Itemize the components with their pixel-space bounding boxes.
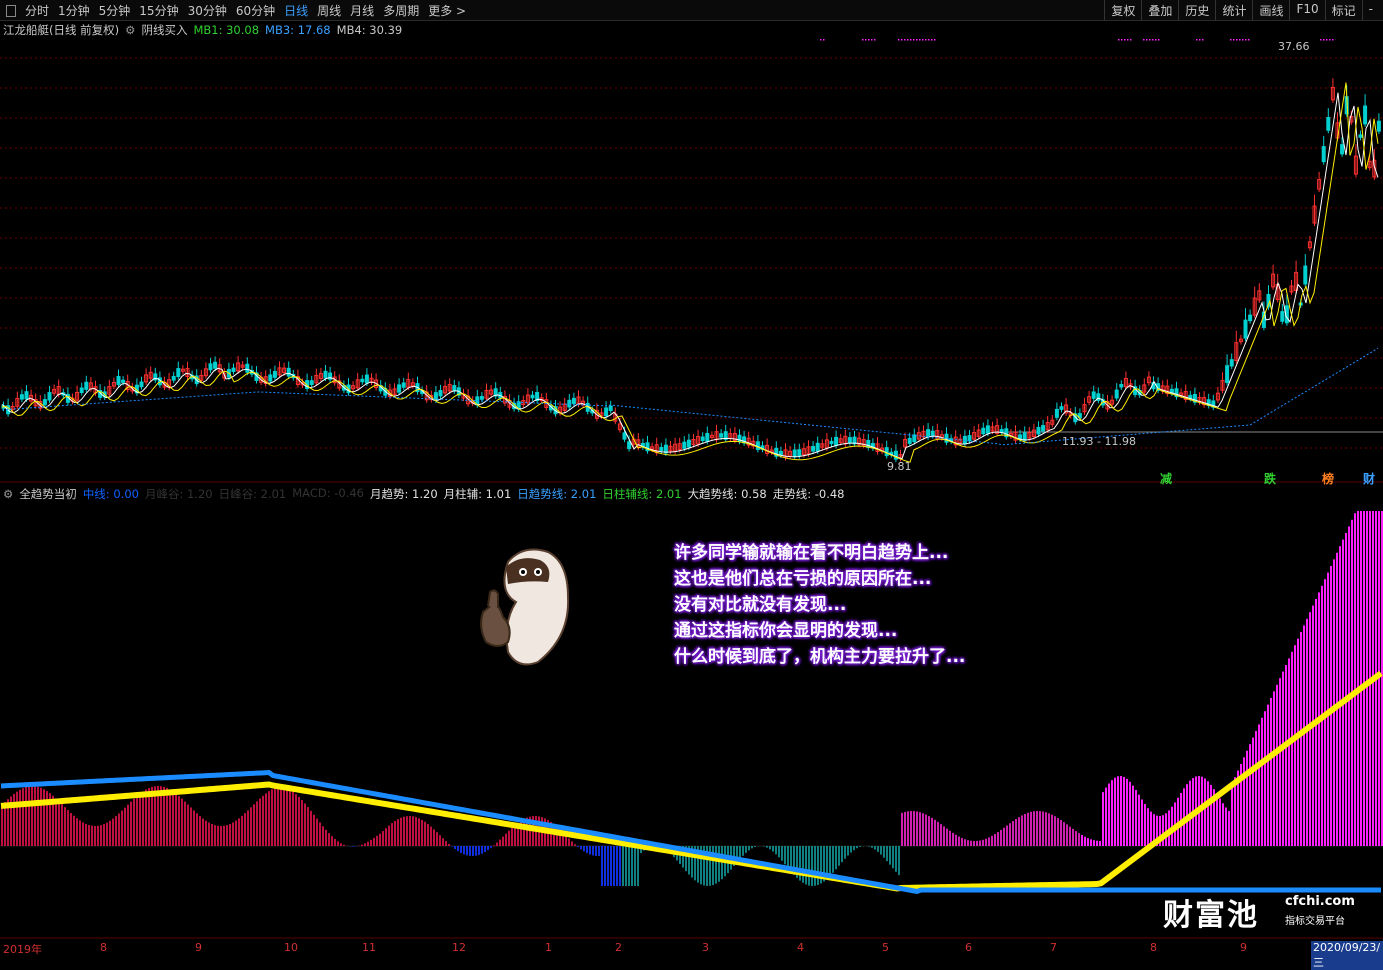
- date-axis-label: 7: [1050, 941, 1057, 954]
- promo-line: 没有对比就没有发现...: [674, 592, 965, 618]
- date-axis-label: 1: [545, 941, 552, 954]
- promo-line: 什么时候到底了，机构主力要拉升了...: [674, 644, 965, 670]
- sub-indicator-value: 月峰谷: 1.20: [145, 486, 213, 502]
- flag-bang[interactable]: 榜: [1322, 470, 1334, 487]
- sub-indicator-value: 日峰谷: 2.01: [219, 486, 287, 502]
- date-axis-label: 11: [362, 941, 376, 954]
- date-axis-label: 2: [615, 941, 622, 954]
- sub-indicator-header: ⚙ 全趋势当初 中线: 0.00 月峰谷: 1.20 日峰谷: 2.01 MACD: …: [3, 486, 845, 502]
- ferret-mascot-icon: [468, 542, 578, 672]
- high-price-label: 37.66: [1278, 40, 1310, 53]
- sub-indicator-value: 日柱辅线: 2.01: [602, 486, 681, 502]
- date-axis-label: 9: [195, 941, 202, 954]
- sub-indicator-value: MACD: -0.46: [292, 486, 364, 502]
- promo-line: 通过这指标你会显明的发现...: [674, 618, 965, 644]
- date-axis-label: 12: [452, 941, 466, 954]
- promo-line: 这也是他们总在亏损的原因所在...: [674, 566, 965, 592]
- low-price-label: 9.81: [887, 460, 912, 473]
- logo-site: cfchi.com: [1285, 894, 1355, 909]
- sub-indicator-value: 中线: 0.00: [83, 486, 139, 502]
- date-axis-label: 9: [1240, 941, 1247, 954]
- date-axis-label: 5: [882, 941, 889, 954]
- flag-cai[interactable]: 财: [1363, 470, 1375, 487]
- sub-indicator-title[interactable]: 全趋势当初: [19, 486, 77, 502]
- gear-icon[interactable]: ⚙: [3, 487, 13, 501]
- promo-text: 许多同学输就输在看不明白趋势上... 这也是他们总在亏损的原因所在... 没有对…: [674, 540, 965, 670]
- kline-chart[interactable]: [0, 0, 1383, 956]
- date-axis-label: 4: [797, 941, 804, 954]
- date-axis-label: 6: [965, 941, 972, 954]
- date-axis-label: 2019年: [3, 941, 42, 957]
- range-label: 11.93 - 11.98: [1062, 435, 1136, 448]
- logo-slogan: 指标交易平台: [1285, 912, 1345, 927]
- flag-jian[interactable]: 减: [1160, 470, 1172, 487]
- date-axis-label: 8: [1150, 941, 1157, 954]
- watermark-logo: 财富池 cfchi.com 指标交易平台: [1163, 888, 1363, 934]
- sub-indicator-value: 月趋势: 1.20: [370, 486, 438, 502]
- date-axis-label: 8: [100, 941, 107, 954]
- sub-indicator-value: 月柱辅: 1.01: [444, 486, 512, 502]
- flag-die[interactable]: 跌: [1264, 470, 1276, 487]
- sub-indicator-value: 走势线: -0.48: [773, 486, 845, 502]
- date-axis-label: 3: [702, 941, 709, 954]
- promo-line: 许多同学输就输在看不明白趋势上...: [674, 540, 965, 566]
- logo-name: 财富池: [1163, 890, 1259, 934]
- sub-indicator-value: 日趋势线: 2.01: [517, 486, 596, 502]
- date-axis-label: 10: [284, 941, 298, 954]
- sub-indicator-value: 大趋势线: 0.58: [688, 486, 767, 502]
